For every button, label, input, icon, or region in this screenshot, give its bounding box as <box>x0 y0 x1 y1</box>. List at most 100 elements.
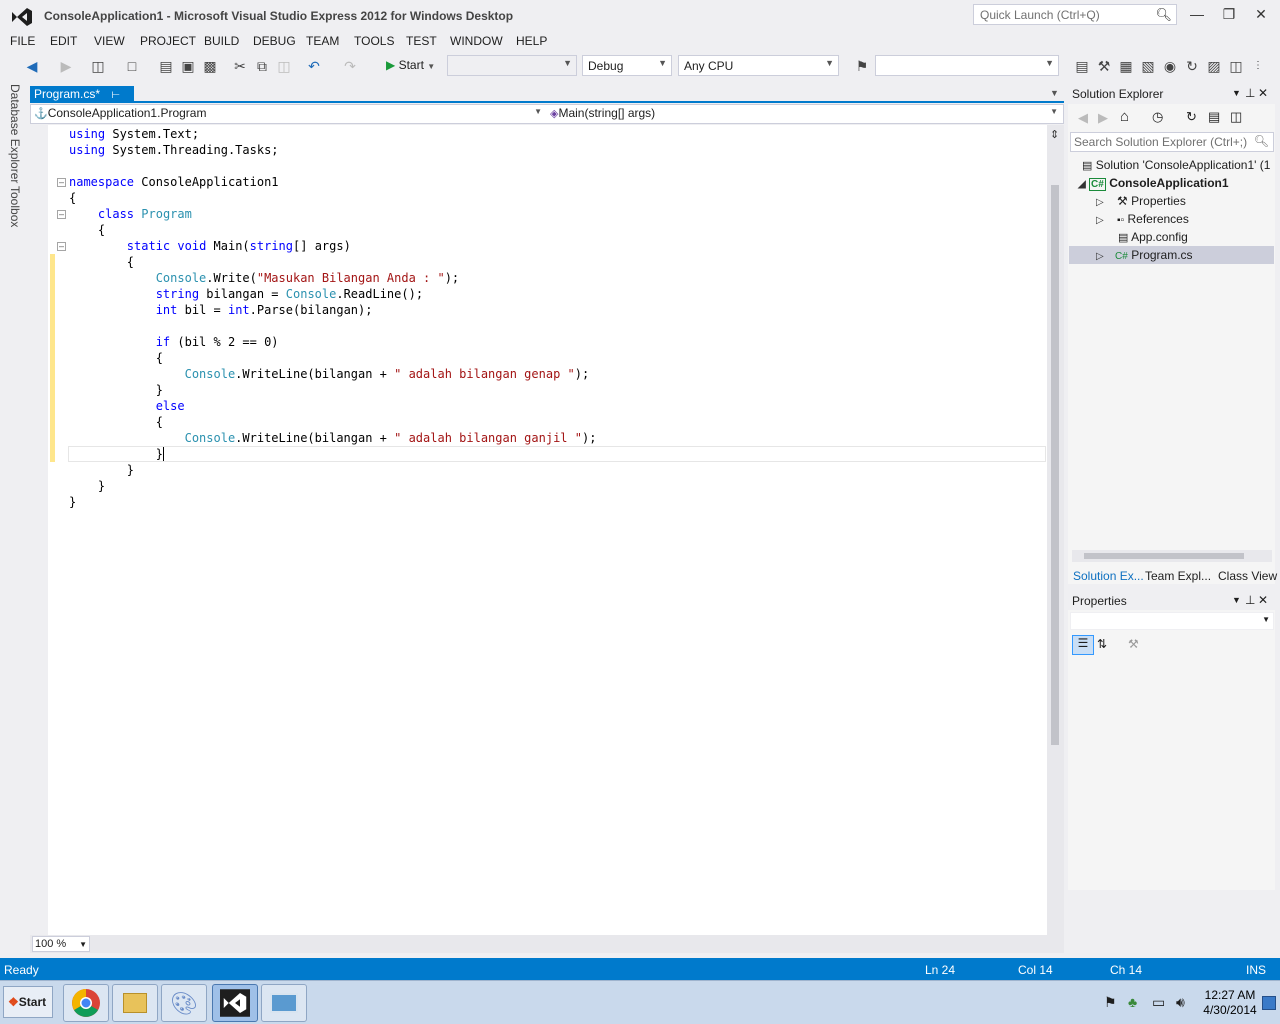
forward-icon[interactable]: ▶ <box>1098 110 1108 126</box>
back-icon[interactable]: ◀ <box>22 56 42 76</box>
system-clock[interactable]: 12:27 AM 4/30/2014 <box>1200 988 1260 1018</box>
action-center-flag-icon[interactable]: ⚑ <box>1104 994 1117 1011</box>
photo-viewer-taskbar-button[interactable] <box>261 984 307 1022</box>
explorer-taskbar-button[interactable] <box>112 984 158 1022</box>
class-navigation-combo[interactable]: ⚓ConsoleApplication1.Program ▼ <box>34 106 544 122</box>
menu-window[interactable]: WINDOW <box>450 34 503 48</box>
database-explorer-tab[interactable]: Database Explorer <box>8 84 22 183</box>
refresh-icon[interactable]: ↻ <box>1186 109 1197 125</box>
home-icon[interactable]: ⌂ <box>1120 108 1129 125</box>
menu-debug[interactable]: DEBUG <box>253 34 296 48</box>
zoom-combo[interactable]: 100 % ▼ <box>32 936 90 952</box>
close-panel-icon[interactable]: ✕ <box>1258 86 1268 100</box>
solution-config-combo[interactable]: Debug ▼ <box>582 55 672 76</box>
menu-help[interactable]: HELP <box>516 34 547 48</box>
collapse-method-icon[interactable]: – <box>57 242 66 251</box>
solution-platform-combo[interactable]: Any CPU ▼ <box>678 55 839 76</box>
close-panel-icon[interactable]: ✕ <box>1258 593 1268 607</box>
collapsed-arrow-icon[interactable]: ▷ <box>1096 251 1104 262</box>
start-debugging-button[interactable]: ▶ Start ▼ <box>386 58 446 76</box>
redo-icon[interactable]: ↷ <box>340 56 360 76</box>
quick-launch-input[interactable]: Quick Launch (Ctrl+Q) 🔍︎ <box>973 4 1177 25</box>
tree-project[interactable]: ◢ C# ConsoleApplication1 <box>1078 176 1229 191</box>
tree-item-properties[interactable]: ▷ ⚒ Properties <box>1096 194 1186 208</box>
collapse-all-icon[interactable]: ▤ <box>1208 109 1220 125</box>
new-project-icon[interactable]: ◫ <box>88 56 108 76</box>
paste-icon[interactable]: ◫ <box>274 56 294 76</box>
pin-icon[interactable]: ⊢ <box>111 90 120 101</box>
properties-object-combo[interactable]: ▼ <box>1070 612 1274 630</box>
tree-item-references[interactable]: ▷ ▪▫ References <box>1096 212 1189 226</box>
menu-edit[interactable]: EDIT <box>50 34 77 48</box>
menu-project[interactable]: PROJECT <box>140 34 196 48</box>
properties-icon[interactable]: ⚒ <box>1094 56 1114 76</box>
find-in-files-icon[interactable]: ⚑ <box>852 56 872 76</box>
solution-explorer-icon[interactable]: ▤ <box>1072 56 1092 76</box>
show-desktop-icon[interactable] <box>1262 996 1276 1010</box>
extensions-icon[interactable]: ▨ <box>1204 56 1224 76</box>
tab-team-explorer[interactable]: Team Expl... <box>1145 569 1211 583</box>
forward-icon[interactable]: ▶ <box>56 56 76 76</box>
network-icon[interactable]: ♣ <box>1128 994 1137 1010</box>
tree-solution[interactable]: ▤ Solution 'ConsoleApplication1' (1 pro <box>1082 158 1274 172</box>
expanded-arrow-icon[interactable]: ◢ <box>1078 179 1086 190</box>
se-horizontal-scrollbar[interactable] <box>1072 550 1272 562</box>
tree-item-program-cs[interactable]: ▷ C# Program.cs <box>1096 248 1193 262</box>
scrollbar-thumb[interactable] <box>1084 553 1244 559</box>
tab-dropdown-icon[interactable]: ▼ <box>1050 88 1059 98</box>
menu-test[interactable]: TEST <box>406 34 437 48</box>
solution-search-input[interactable]: Search Solution Explorer (Ctrl+;) 🔍︎ <box>1070 132 1274 152</box>
cut-icon[interactable]: ✂ <box>230 56 250 76</box>
toolbox-tab[interactable]: Toolbox <box>8 186 22 227</box>
menu-team[interactable]: TEAM <box>306 34 339 48</box>
tree-item-app-config[interactable]: ▤ App.config <box>1118 230 1188 244</box>
refresh-icon[interactable]: ↻ <box>1182 56 1202 76</box>
categorized-icon[interactable]: ☰ <box>1072 635 1094 655</box>
vertical-scrollbar[interactable] <box>1047 125 1064 935</box>
show-all-files-icon[interactable]: ◫ <box>1230 109 1242 125</box>
sync-icon[interactable]: ◷ <box>1152 109 1163 125</box>
minimize-button[interactable]: — <box>1182 4 1212 26</box>
object-browser-icon[interactable]: ▦ <box>1116 56 1136 76</box>
add-item-icon[interactable]: □ <box>122 56 142 76</box>
collapse-class-icon[interactable]: – <box>57 210 66 219</box>
split-window-icon[interactable]: ⇕ <box>1050 128 1059 141</box>
collapsed-arrow-icon[interactable]: ▷ <box>1096 197 1104 208</box>
menu-build[interactable]: BUILD <box>204 34 239 48</box>
horizontal-scrollbar[interactable] <box>30 935 1064 953</box>
restore-button[interactable]: ❐ <box>1214 4 1244 26</box>
battery-icon[interactable]: ▭ <box>1152 994 1165 1011</box>
output-icon[interactable]: ◫ <box>1226 56 1246 76</box>
find-combo[interactable]: ▼ <box>875 55 1059 76</box>
scrollbar-thumb[interactable] <box>1051 185 1059 745</box>
window-position-icon[interactable]: ▼ <box>1232 595 1241 605</box>
visual-studio-taskbar-button[interactable] <box>212 984 258 1022</box>
member-navigation-combo[interactable]: ◈Main(string[] args) ▼ <box>550 106 1060 122</box>
close-button[interactable]: ✕ <box>1246 4 1276 26</box>
copy-icon[interactable]: ⧉ <box>252 56 272 76</box>
collapsed-arrow-icon[interactable]: ▷ <box>1096 215 1104 226</box>
undo-icon[interactable]: ↶ <box>304 56 324 76</box>
toolbar-overflow-icon[interactable]: ⋮ <box>1248 56 1268 76</box>
class-view-icon[interactable]: ◉ <box>1160 56 1180 76</box>
open-file-icon[interactable]: ▤ <box>156 56 176 76</box>
tab-program-cs[interactable]: Program.cs* ⊢ ✕ <box>30 86 134 115</box>
toolbox-icon[interactable]: ▧ <box>1138 56 1158 76</box>
property-pages-icon[interactable]: ⚒ <box>1128 637 1139 651</box>
window-position-icon[interactable]: ▼ <box>1232 88 1241 98</box>
save-all-icon[interactable]: ▩ <box>200 56 220 76</box>
tab-solution-explorer[interactable]: Solution Ex... <box>1073 569 1144 583</box>
auto-hide-pin-icon[interactable]: ⊥ <box>1245 86 1255 100</box>
start-button[interactable]: ❖Start <box>3 986 53 1018</box>
auto-hide-pin-icon[interactable]: ⊥ <box>1245 593 1255 607</box>
save-icon[interactable]: ▣ <box>178 56 198 76</box>
menu-tools[interactable]: TOOLS <box>354 34 394 48</box>
paint-taskbar-button[interactable]: 🎨︎ <box>161 984 207 1022</box>
tab-class-view[interactable]: Class View <box>1218 569 1277 583</box>
back-icon[interactable]: ◀ <box>1078 110 1088 126</box>
alphabetical-icon[interactable]: ⇅ <box>1097 637 1107 651</box>
chrome-taskbar-button[interactable] <box>63 984 109 1022</box>
menu-file[interactable]: FILE <box>10 34 35 48</box>
menu-view[interactable]: VIEW <box>94 34 125 48</box>
collapse-namespace-icon[interactable]: – <box>57 178 66 187</box>
